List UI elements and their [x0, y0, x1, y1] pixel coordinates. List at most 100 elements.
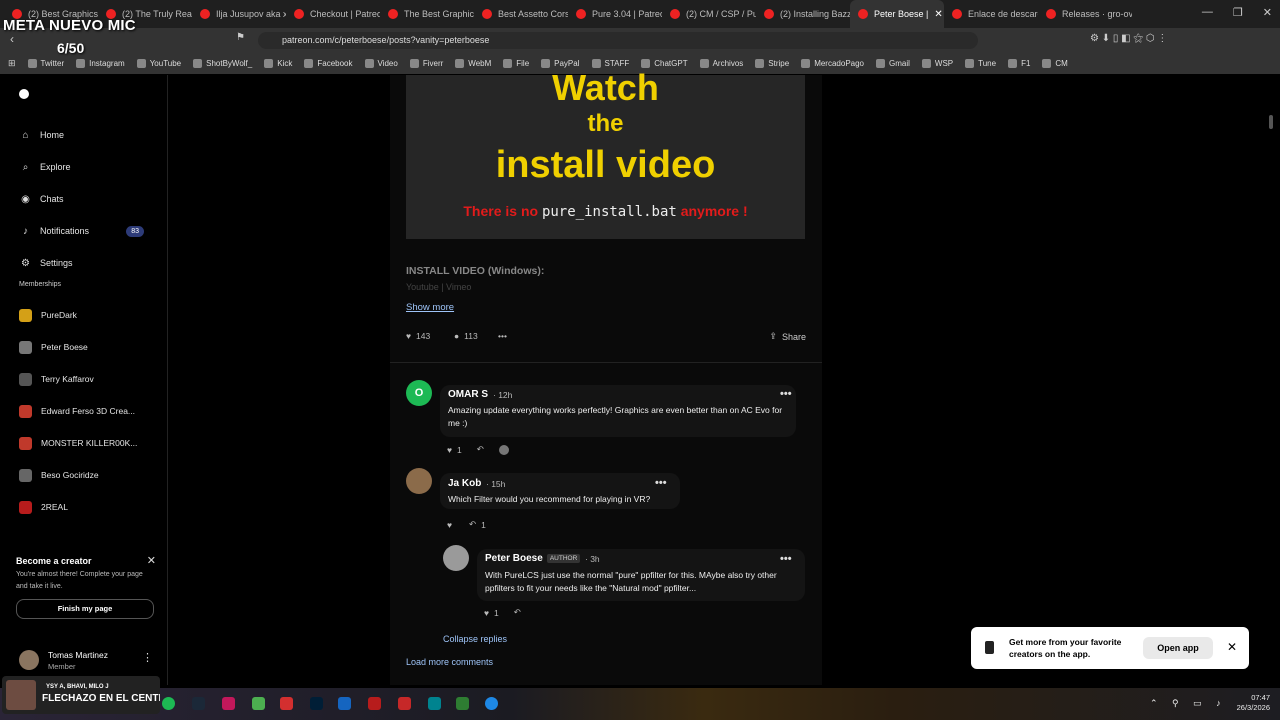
app-icon[interactable]	[398, 697, 411, 710]
music-widget[interactable]: YSY A, BHAVI, MILO J FLECHAZO EN EL CENT…	[2, 676, 160, 714]
bookmark-item[interactable]: YouTube	[131, 58, 187, 68]
browser-icon[interactable]	[485, 697, 498, 710]
tab-6[interactable]: Pure 3.04 | Patreo	[568, 0, 662, 28]
tab-label: The Best Graphic	[404, 9, 474, 19]
bookmark-item[interactable]: ShotByWolf_	[187, 58, 258, 68]
photoshop-icon[interactable]	[310, 697, 323, 710]
app-icon[interactable]	[456, 697, 469, 710]
app-icon[interactable]	[222, 697, 235, 710]
heart-icon[interactable]: ♥	[447, 445, 452, 455]
more-icon[interactable]: ⋮	[142, 651, 153, 664]
url-field[interactable]: patreon.com/c/peterboese/posts?vanity=pe…	[258, 32, 978, 49]
membership-item[interactable]: 2REAL	[0, 491, 168, 523]
tab-label: Checkout | Patreo	[310, 9, 380, 19]
apps-icon[interactable]: ⊞	[8, 58, 16, 69]
tab-5[interactable]: Best Assetto Cors	[474, 0, 568, 28]
extensions-icon[interactable]: ⚙ ⬇ ▯ ◧ ⚝ ⬡ ⋮	[1090, 33, 1167, 44]
membership-item[interactable]: Peter Boese	[0, 331, 168, 363]
comment-author[interactable]: OMAR S	[448, 389, 488, 400]
bookmark-item[interactable]: WSP	[916, 58, 959, 68]
sidebar-item-home[interactable]: ⌂ Home	[0, 119, 168, 151]
bookmark-item[interactable]: Video	[359, 58, 404, 68]
tab-4[interactable]: The Best Graphic	[380, 0, 474, 28]
reply-icon[interactable]: ↶	[477, 444, 484, 455]
stream-overlay-title: META NUEVO MIC	[3, 17, 136, 34]
sidebar-item-notifications[interactable]: ♪ Notifications 83	[0, 215, 168, 247]
sidebar-item-explore[interactable]: ⌕ Explore	[0, 151, 168, 183]
bookmark-item[interactable]: Instagram	[70, 58, 131, 68]
comment-author[interactable]: Ja Kob	[448, 478, 481, 489]
notification-badge: 83	[126, 225, 144, 237]
bookmark-item[interactable]: Kick	[258, 58, 298, 68]
reply-icon[interactable]: ↶	[514, 607, 521, 618]
tab-11[interactable]: Releases · gro-ove	[1038, 0, 1132, 28]
avatar[interactable]: O	[406, 380, 432, 406]
tab-9[interactable]: Peter Boese | ✕	[850, 0, 944, 28]
bookmark-item[interactable]: Gmail	[870, 58, 916, 68]
tab-3[interactable]: Checkout | Patreo	[286, 0, 380, 28]
close-icon[interactable]: ✕	[147, 554, 156, 567]
finish-my-page-button[interactable]: Finish my page	[16, 599, 154, 619]
like-button[interactable]: ♥ 143	[406, 331, 430, 341]
avatar[interactable]	[406, 468, 432, 494]
minecraft-icon[interactable]	[252, 697, 265, 710]
favicon-icon	[858, 9, 868, 19]
collapse-replies-link[interactable]: Collapse replies	[443, 634, 507, 644]
bookmark-item[interactable]: Twitter	[22, 58, 71, 68]
close-window-icon[interactable]: ✕	[1263, 6, 1272, 19]
address-bar: ‹ ⚑ patreon.com/c/peterboese/posts?vanit…	[0, 28, 1280, 52]
membership-item[interactable]: Edward Ferso 3D Crea...	[0, 395, 168, 427]
comments-button[interactable]: ● 113	[454, 331, 478, 341]
bookmark-item[interactable]: MercadoPago	[795, 58, 870, 68]
scrollbar-thumb[interactable]	[1269, 115, 1273, 129]
reply-icon[interactable]: ↶	[469, 519, 476, 530]
user-name: Tomas Martinez	[48, 650, 108, 660]
membership-item[interactable]: Terry Kaffarov	[0, 363, 168, 395]
heart-icon[interactable]: ♥	[484, 608, 489, 618]
share-button[interactable]: ⇪ Share	[769, 331, 806, 342]
patreon-logo[interactable]	[19, 89, 29, 99]
minimize-icon[interactable]: —	[1202, 6, 1213, 19]
comment-menu-icon[interactable]: •••	[780, 388, 792, 400]
comment-author[interactable]: Peter Boese AUTHOR	[485, 553, 581, 564]
comment-menu-icon[interactable]: •••	[655, 477, 667, 489]
load-more-comments-link[interactable]: Load more comments	[406, 657, 493, 667]
close-tab-icon[interactable]: ✕	[934, 9, 942, 20]
scrollbar[interactable]	[1268, 75, 1274, 685]
bookmark-item[interactable]: Facebook	[298, 58, 358, 68]
taskbar: ⌃ ⚲ ▭ ♪	[0, 688, 1280, 720]
bookmark-item[interactable]: Tune	[959, 58, 1002, 68]
bookmark-icon[interactable]: ⚑	[236, 32, 245, 43]
sidebar-item-chats[interactable]: ◉ Chats	[0, 183, 168, 215]
app-icon[interactable]	[368, 697, 381, 710]
steam-icon[interactable]	[192, 697, 205, 710]
back-icon[interactable]: ‹	[10, 32, 14, 46]
spotify-icon[interactable]	[162, 697, 175, 710]
open-app-button[interactable]: Open app	[1143, 637, 1213, 659]
app-icon[interactable]	[338, 697, 351, 710]
tab-8[interactable]: (2) Installing Bazz	[756, 0, 850, 28]
clock-date: 26/3/2026	[1236, 703, 1270, 712]
system-clock[interactable]: 07:47 26/3/2026	[1228, 693, 1270, 713]
youtube-icon[interactable]	[280, 697, 293, 710]
sidebar-item-settings[interactable]: ⚙ Settings	[0, 247, 168, 279]
avatar	[19, 404, 32, 418]
avatar[interactable]	[443, 545, 469, 571]
bookmark-item[interactable]: CM	[1036, 58, 1073, 68]
bookmark-label: F1	[1021, 58, 1031, 68]
tab-7[interactable]: (2) CM / CSP / Pu	[662, 0, 756, 28]
close-icon[interactable]: ✕	[1227, 640, 1237, 654]
bookmark-item[interactable]: F1	[1002, 58, 1036, 68]
comment-menu-icon[interactable]: •••	[780, 553, 792, 565]
membership-item[interactable]: Beso Gociridze	[0, 459, 168, 491]
membership-item[interactable]: PureDark	[0, 299, 168, 331]
restore-icon[interactable]: ❐	[1233, 6, 1243, 19]
app-icon[interactable]	[428, 697, 441, 710]
heart-icon[interactable]: ♥	[447, 520, 452, 530]
membership-item[interactable]: MONSTER KILLER00K...	[0, 427, 168, 459]
more-options-icon[interactable]: •••	[498, 331, 507, 341]
show-more-link[interactable]: Show more	[406, 302, 454, 313]
tab-2[interactable]: Ilja Jusupov aka x	[192, 0, 286, 28]
user-profile[interactable]: Tomas Martinez Member ⋮	[0, 645, 168, 675]
tab-10[interactable]: Enlace de descarg	[944, 0, 1038, 28]
